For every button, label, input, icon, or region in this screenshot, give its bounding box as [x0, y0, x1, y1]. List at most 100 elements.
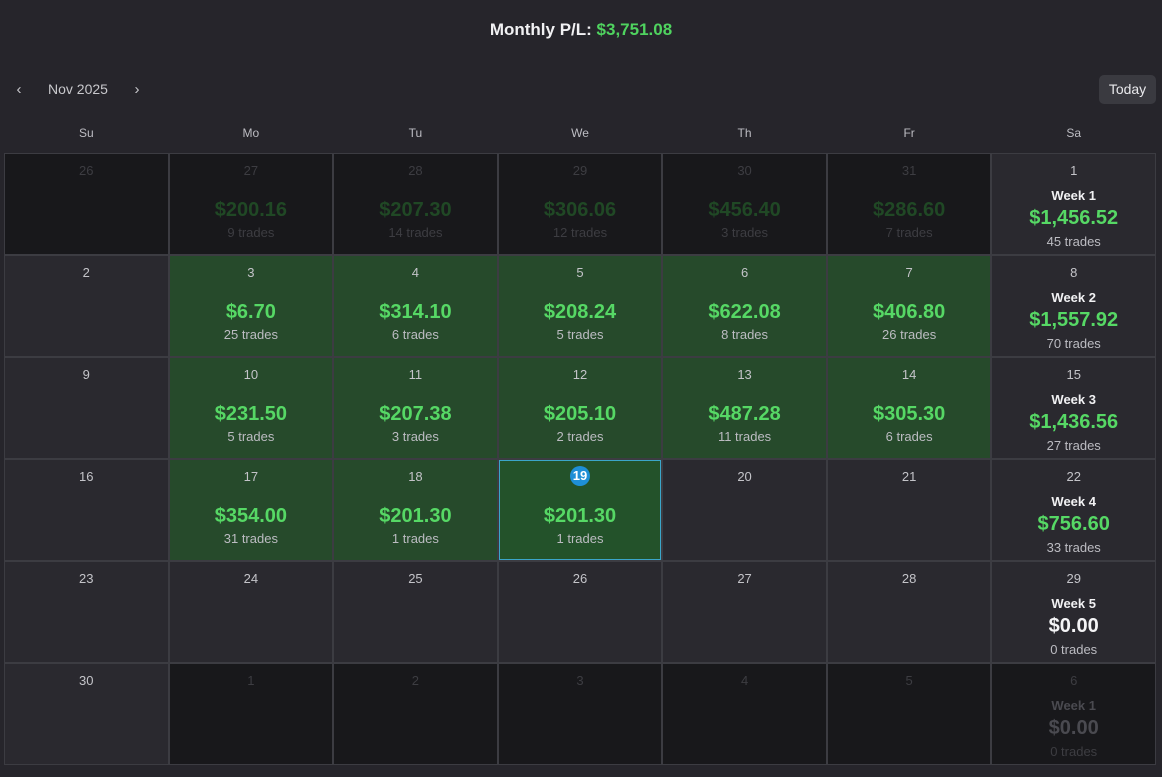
- calendar-nav: ‹ Nov 2025 › Today: [0, 75, 1162, 105]
- calendar-day-cell[interactable]: 28 $207.30 14 trades: [334, 154, 497, 254]
- calendar-day-cell[interactable]: 7 $406.80 26 trades: [827, 256, 991, 356]
- day-number: 2: [82, 265, 90, 280]
- day-trade-count: 5 trades: [556, 327, 604, 342]
- calendar-day-cell[interactable]: 31 $286.60 7 trades: [827, 154, 991, 254]
- calendar-day-cell[interactable]: 3 $6.70 25 trades: [169, 256, 333, 356]
- day-number: 28: [408, 163, 423, 178]
- day-number: 12: [572, 367, 588, 382]
- calendar-day-cell[interactable]: 11 $207.38 3 trades: [334, 358, 497, 458]
- calendar-day-cell[interactable]: 27: [663, 562, 826, 662]
- calendar-day-cell[interactable]: 3: [498, 664, 662, 764]
- calendar-day-cell[interactable]: 14 $305.30 6 trades: [827, 358, 991, 458]
- monthly-pl-label: Monthly P/L:: [489, 20, 592, 39]
- day-pl-amount: $205.10: [543, 403, 617, 425]
- current-month-label: Nov 2025: [48, 81, 108, 97]
- calendar-day-cell[interactable]: 1: [169, 664, 333, 764]
- calendar-day-cell[interactable]: 29 $306.06 12 trades: [498, 154, 662, 254]
- calendar-day-cell[interactable]: 4: [663, 664, 826, 764]
- day-number: 29: [572, 163, 588, 178]
- calendar-day-cell[interactable]: 16: [5, 460, 168, 560]
- day-number: 27: [243, 163, 259, 178]
- week-trade-count: 33 trades: [1046, 540, 1101, 555]
- day-number: 21: [901, 469, 917, 484]
- calendar-day-cell[interactable]: 6 $622.08 8 trades: [663, 256, 826, 356]
- calendar-day-cell[interactable]: 12 $205.10 2 trades: [498, 358, 662, 458]
- calendar-day-cell[interactable]: 20: [663, 460, 826, 560]
- day-number: 14: [901, 367, 917, 382]
- calendar-day-cell[interactable]: 30: [5, 664, 168, 764]
- day-number: 2: [411, 673, 420, 688]
- day-number: 31: [901, 163, 917, 178]
- day-number: 6: [1070, 673, 1078, 688]
- day-number: 7: [905, 265, 913, 280]
- week-pl-amount: $0.00: [1048, 615, 1099, 637]
- day-trade-count: 5 trades: [227, 429, 275, 444]
- day-pl-amount: $306.06: [543, 199, 617, 221]
- calendar-week-summary-cell[interactable]: 1 Week 1 $1,456.52 45 trades: [992, 154, 1155, 254]
- week-label: Week 1: [1051, 188, 1096, 203]
- day-number: 26: [79, 163, 94, 178]
- day-trade-count: 9 trades: [227, 225, 275, 240]
- day-number: 9: [82, 367, 90, 382]
- week-trade-count: 0 trades: [1050, 744, 1098, 759]
- week-trade-count: 45 trades: [1046, 234, 1101, 249]
- week-pl-amount: $1,557.92: [1029, 309, 1119, 331]
- calendar-day-cell[interactable]: 26: [5, 154, 168, 254]
- week-trade-count: 27 trades: [1046, 438, 1101, 453]
- calendar-week-summary-cell[interactable]: 22 Week 4 $756.60 33 trades: [992, 460, 1155, 560]
- calendar-week-summary-cell[interactable]: 15 Week 3 $1,436.56 27 trades: [992, 358, 1155, 458]
- week-label: Week 2: [1051, 290, 1096, 305]
- day-trade-count: 25 trades: [223, 327, 278, 342]
- calendar-week-summary-cell[interactable]: 8 Week 2 $1,557.92 70 trades: [992, 256, 1155, 356]
- calendar-day-cell[interactable]: 5 $208.24 5 trades: [498, 256, 662, 356]
- week-pl-amount: $0.00: [1048, 717, 1099, 739]
- calendar-day-cell[interactable]: 30 $456.40 3 trades: [663, 154, 826, 254]
- calendar-day-cell[interactable]: 17 $354.00 31 trades: [169, 460, 333, 560]
- calendar-day-cell[interactable]: 5: [827, 664, 991, 764]
- calendar-day-cell[interactable]: 4 $314.10 6 trades: [334, 256, 497, 356]
- calendar-day-cell[interactable]: 10 $231.50 5 trades: [169, 358, 333, 458]
- day-number: 18: [408, 469, 423, 484]
- day-trade-count: 3 trades: [721, 225, 769, 240]
- day-pl-amount: $201.30: [379, 505, 452, 527]
- weekday-label: Tu: [408, 126, 423, 140]
- today-button[interactable]: Today: [1099, 75, 1156, 104]
- day-pl-amount: $6.70: [225, 301, 276, 323]
- day-pl-amount: $406.80: [872, 301, 946, 323]
- calendar-week-summary-cell[interactable]: 29 Week 5 $0.00 0 trades: [992, 562, 1155, 662]
- calendar-day-cell[interactable]: 25: [334, 562, 497, 662]
- calendar-day-cell[interactable]: 2: [5, 256, 168, 356]
- day-number: 22: [1066, 469, 1081, 484]
- day-trade-count: 6 trades: [885, 429, 933, 444]
- day-number: 17: [243, 469, 259, 484]
- prev-month-chevron-icon[interactable]: ‹: [9, 79, 29, 101]
- calendar-day-cell[interactable]: 9: [5, 358, 168, 458]
- day-pl-amount: $286.60: [872, 199, 946, 221]
- calendar-day-cell[interactable]: 23: [5, 562, 168, 662]
- day-trade-count: 12 trades: [552, 225, 608, 240]
- weekday-label: Sa: [1066, 126, 1082, 140]
- day-pl-amount: $305.30: [872, 403, 946, 425]
- day-trade-count: 7 trades: [885, 225, 933, 240]
- day-pl-amount: $207.38: [379, 403, 452, 425]
- day-pl-amount: $314.10: [379, 301, 452, 323]
- day-pl-amount: $354.00: [214, 505, 287, 527]
- calendar-day-cell[interactable]: 2: [334, 664, 497, 764]
- monthly-pl-value: $3,751.08: [596, 20, 673, 39]
- calendar-week-summary-cell[interactable]: 6 Week 1 $0.00 0 trades: [992, 664, 1155, 764]
- next-month-chevron-icon[interactable]: ›: [127, 79, 147, 101]
- day-number: 25: [408, 571, 423, 586]
- calendar-day-cell[interactable]: 19 $201.30 1 trades: [498, 460, 662, 560]
- week-pl-amount: $1,456.52: [1029, 207, 1119, 229]
- calendar-day-cell[interactable]: 24: [169, 562, 333, 662]
- calendar-day-cell[interactable]: 18 $201.30 1 trades: [334, 460, 497, 560]
- day-number: 28: [901, 571, 917, 586]
- day-number: 16: [79, 469, 94, 484]
- calendar-day-cell[interactable]: 28: [827, 562, 991, 662]
- day-number: 30: [737, 163, 752, 178]
- calendar-day-cell[interactable]: 13 $487.28 11 trades: [663, 358, 826, 458]
- calendar-day-cell[interactable]: 26: [498, 562, 662, 662]
- calendar-day-cell[interactable]: 21: [827, 460, 991, 560]
- calendar-day-cell[interactable]: 27 $200.16 9 trades: [169, 154, 333, 254]
- day-pl-amount: $208.24: [543, 301, 617, 323]
